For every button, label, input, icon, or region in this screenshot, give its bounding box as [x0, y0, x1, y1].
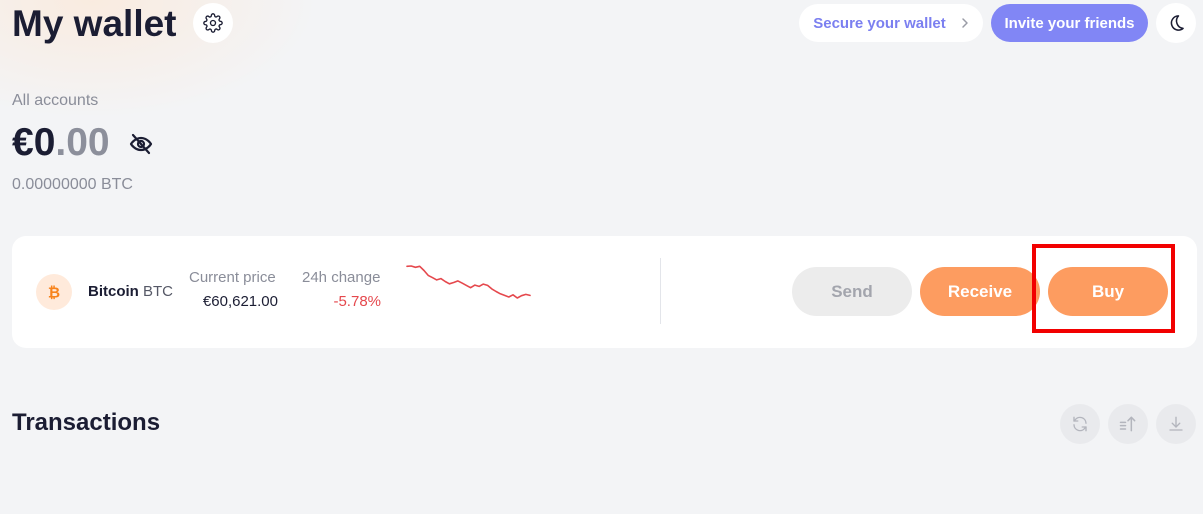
refresh-icon [1073, 416, 1087, 432]
bitcoin-icon: ₿ [36, 274, 72, 310]
gear-icon [203, 13, 223, 33]
card-divider [660, 258, 661, 324]
download-button[interactable] [1156, 404, 1196, 444]
btc-total-balance: 0.00000000 BTC [12, 176, 133, 193]
refresh-button[interactable] [1060, 404, 1100, 444]
secure-wallet-button[interactable]: Secure your wallet [799, 4, 983, 42]
svg-text:₿: ₿ [48, 284, 60, 302]
send-button[interactable]: Send [792, 267, 912, 316]
accounts-label: All accounts [12, 92, 99, 109]
change-24h-value: -5.78% [333, 293, 381, 310]
eye-off-icon [129, 133, 153, 155]
chevron-right-icon [960, 17, 969, 29]
sparkline-line [406, 265, 531, 299]
balance-decimal: .00 [55, 121, 110, 164]
price-sparkline [406, 265, 531, 299]
total-balance: €0.00 [12, 120, 110, 166]
buy-button[interactable]: Buy [1048, 267, 1168, 316]
invite-friends-button[interactable]: Invite your friends [991, 4, 1148, 42]
download-icon [1169, 416, 1183, 431]
sort-icon [1119, 416, 1136, 432]
balance-whole: €0 [12, 121, 56, 164]
toggle-balance-visibility-button[interactable] [127, 131, 155, 157]
asset-ticker: BTC [143, 283, 174, 300]
transactions-title: Transactions [12, 409, 161, 436]
receive-button[interactable]: Receive [920, 267, 1040, 316]
moon-icon [1170, 15, 1184, 31]
asset-name: Bitcoin BTC [88, 283, 173, 300]
sort-button[interactable] [1108, 404, 1148, 444]
change-24h-label: 24h change [302, 269, 381, 286]
secure-wallet-label: Secure your wallet [813, 14, 946, 32]
asset-row-bitcoin: ₿ Bitcoin BTC Current price €60,621.00 2… [12, 236, 1197, 348]
page-title: My wallet [12, 3, 177, 44]
current-price-label: Current price [189, 269, 276, 286]
asset-name-text: Bitcoin [88, 283, 139, 300]
theme-toggle-button[interactable] [1156, 3, 1196, 43]
current-price-value: €60,621.00 [202, 293, 278, 310]
settings-button[interactable] [193, 3, 233, 43]
